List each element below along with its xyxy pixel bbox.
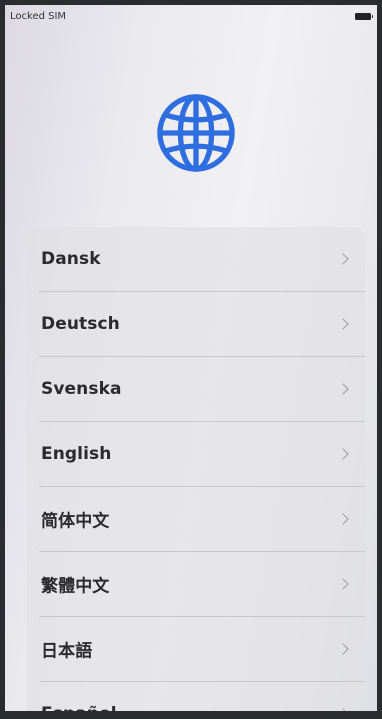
battery-icon	[355, 13, 373, 20]
status-bar: Locked SIM	[5, 5, 377, 25]
globe-icon	[157, 94, 235, 172]
chevron-right-icon	[337, 253, 349, 265]
chevron-right-icon	[337, 448, 349, 460]
language-item-dansk[interactable]: Dansk	[39, 227, 365, 292]
language-label: Dansk	[41, 249, 101, 269]
language-label: Deutsch	[41, 314, 120, 334]
bottom-bezel	[5, 711, 377, 717]
language-label: 日本語	[41, 641, 93, 662]
language-label: Svenska	[41, 379, 122, 399]
language-label: 简体中文	[41, 511, 110, 532]
language-item-svenska[interactable]: Svenska	[39, 357, 365, 422]
carrier-label: Locked SIM	[10, 11, 67, 22]
chevron-right-icon	[337, 643, 349, 655]
language-list: Dansk Deutsch Svenska English 简体中文 繁體中文 …	[27, 227, 365, 717]
language-label: 繁體中文	[41, 576, 110, 597]
language-item-deutsch[interactable]: Deutsch	[39, 292, 365, 357]
language-label: English	[41, 444, 112, 464]
chevron-right-icon	[337, 318, 349, 330]
device-screen: Locked SIM Dansk Deutsch Svenska English	[5, 5, 377, 717]
chevron-right-icon	[337, 578, 349, 590]
language-item-english[interactable]: English	[39, 422, 365, 487]
chevron-right-icon	[337, 383, 349, 395]
language-item-simplified-chinese[interactable]: 简体中文	[39, 487, 365, 552]
chevron-right-icon	[337, 513, 349, 525]
language-item-traditional-chinese[interactable]: 繁體中文	[39, 552, 365, 617]
language-item-japanese[interactable]: 日本語	[39, 617, 365, 682]
